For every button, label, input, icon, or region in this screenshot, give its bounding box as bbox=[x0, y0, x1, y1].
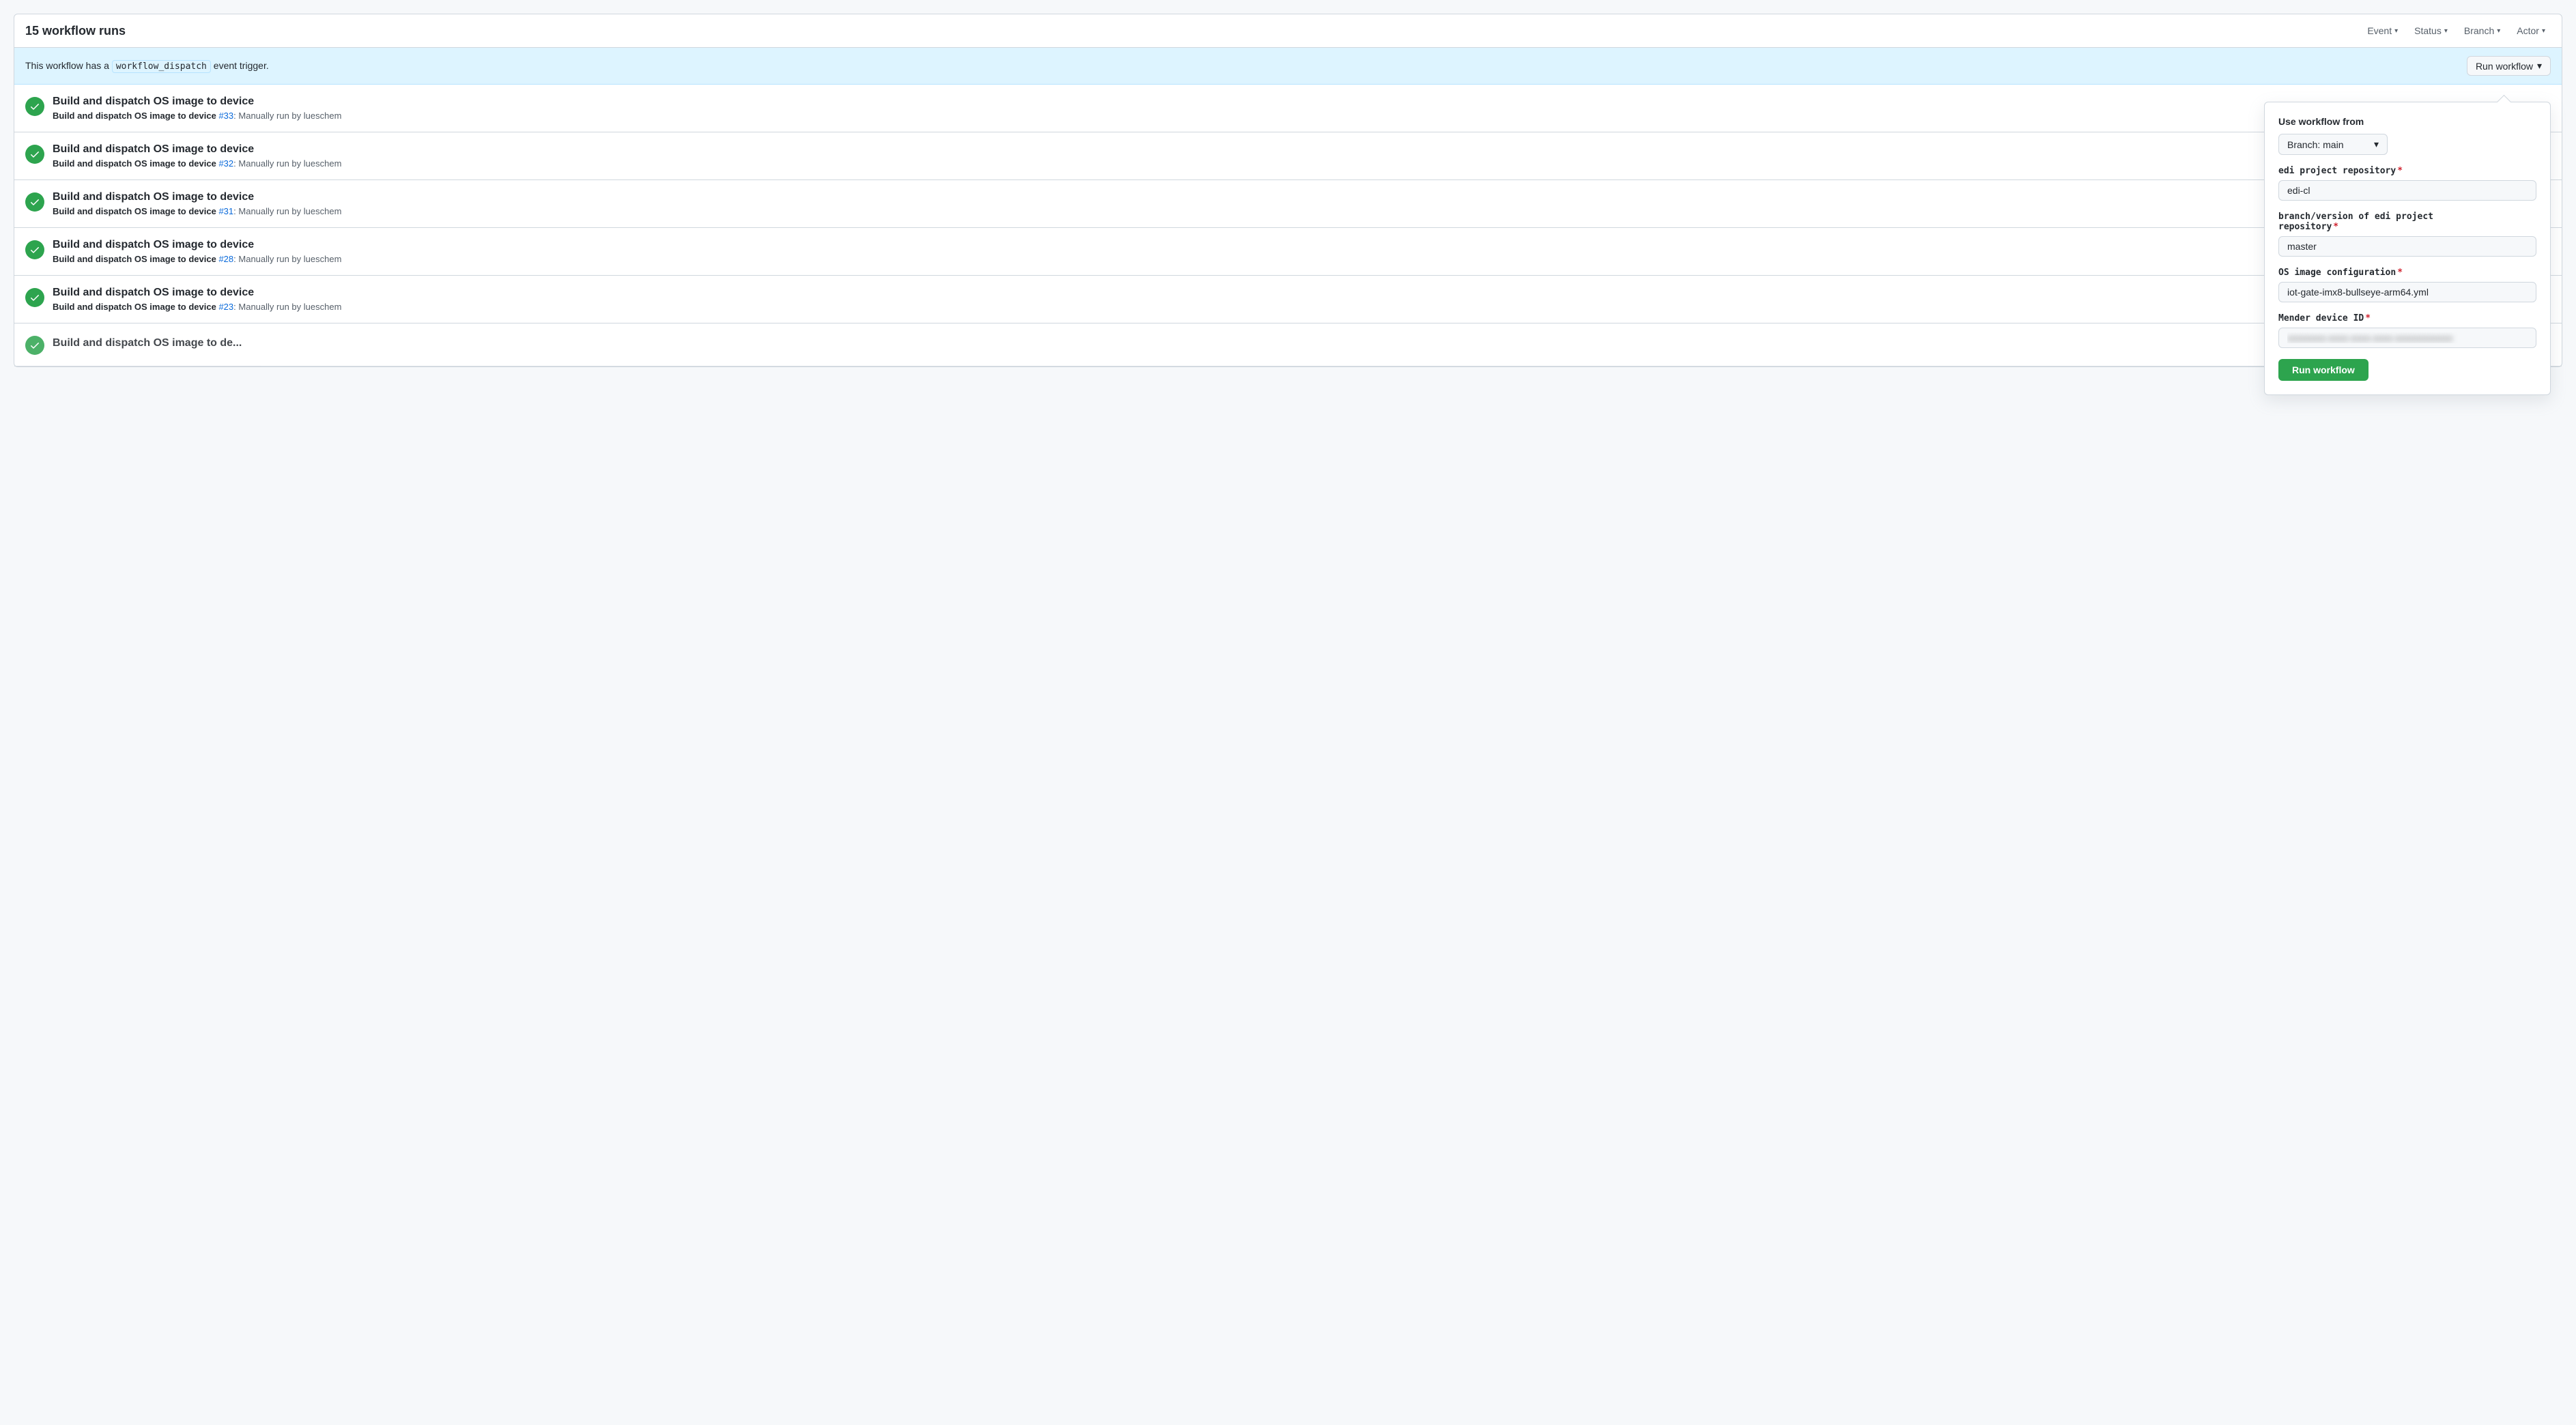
edi-project-repository-group: edi project repository* bbox=[2278, 166, 2536, 201]
table-row: Build and dispatch OS image to device Bu… bbox=[14, 180, 2562, 228]
branch-version-input[interactable] bbox=[2278, 236, 2536, 257]
branch-filter-button[interactable]: Branch ▾ bbox=[2459, 23, 2506, 39]
success-icon bbox=[25, 240, 44, 259]
os-image-configuration-label: OS image configuration* bbox=[2278, 268, 2536, 278]
workflow-info: Build and dispatch OS image to device Bu… bbox=[53, 143, 341, 169]
run-link[interactable]: #33 bbox=[218, 111, 233, 121]
actor-filter-button[interactable]: Actor ▾ bbox=[2511, 23, 2551, 39]
os-image-configuration-group: OS image configuration* bbox=[2278, 268, 2536, 302]
header-bar: 15 workflow runs Event ▾ Status ▾ Branch… bbox=[14, 14, 2562, 48]
branch-chevron-icon: ▾ bbox=[2374, 139, 2379, 150]
workflow-info: Build and dispatch OS image to device Bu… bbox=[53, 239, 341, 264]
header-filters: Event ▾ Status ▾ Branch ▾ Actor ▾ bbox=[2362, 23, 2551, 39]
run-link[interactable]: #32 bbox=[218, 158, 233, 169]
table-row: Build and dispatch OS image to device Bu… bbox=[14, 276, 2562, 323]
run-workflow-submit-button[interactable]: Run workflow bbox=[2278, 359, 2369, 381]
os-image-configuration-input[interactable] bbox=[2278, 282, 2536, 302]
dispatch-code: workflow_dispatch bbox=[112, 60, 211, 73]
mender-device-id-group: Mender device ID* bbox=[2278, 313, 2536, 348]
workflow-info: Build and dispatch OS image to device Bu… bbox=[53, 96, 341, 121]
run-link[interactable]: #31 bbox=[218, 206, 233, 216]
success-icon bbox=[25, 97, 44, 116]
workflow-info: Build and dispatch OS image to de... bbox=[53, 337, 242, 352]
workflow-list: Build and dispatch OS image to device Bu… bbox=[14, 85, 2562, 366]
page-title: 15 workflow runs bbox=[25, 24, 126, 38]
workflow-sub: Build and dispatch OS image to device #2… bbox=[53, 254, 341, 264]
edi-project-repository-input[interactable] bbox=[2278, 180, 2536, 201]
run-workflow-button[interactable]: Run workflow ▾ bbox=[2467, 56, 2551, 76]
run-workflow-chevron-icon: ▾ bbox=[2537, 60, 2542, 72]
dispatch-prefix: This workflow has a bbox=[25, 60, 109, 71]
run-workflow-label: Run workflow bbox=[2476, 61, 2533, 72]
mender-device-id-input[interactable] bbox=[2278, 328, 2536, 348]
run-workflow-panel: Use workflow from Branch: main ▾ edi pro… bbox=[2264, 102, 2551, 395]
workflow-name: Build and dispatch OS image to device bbox=[53, 143, 341, 156]
status-filter-label: Status bbox=[2414, 25, 2442, 36]
workflow-sub: Build and dispatch OS image to device #2… bbox=[53, 302, 341, 312]
branch-filter-label: Branch bbox=[2464, 25, 2494, 36]
branch-chevron-icon: ▾ bbox=[2497, 27, 2500, 35]
workflow-info: Build and dispatch OS image to device Bu… bbox=[53, 287, 341, 312]
workflow-name: Build and dispatch OS image to de... bbox=[53, 337, 242, 349]
workflow-name: Build and dispatch OS image to device bbox=[53, 191, 341, 203]
actor-chevron-icon: ▾ bbox=[2542, 27, 2545, 35]
table-row: Build and dispatch OS image to device Bu… bbox=[14, 132, 2562, 180]
edi-project-repository-label: edi project repository* bbox=[2278, 166, 2536, 176]
workflow-sub: Build and dispatch OS image to device #3… bbox=[53, 206, 341, 216]
table-row: Build and dispatch OS image to device Bu… bbox=[14, 228, 2562, 276]
workflow-sub: Build and dispatch OS image to device #3… bbox=[53, 111, 341, 121]
branch-select-label: Branch: main bbox=[2287, 139, 2343, 150]
success-icon bbox=[25, 288, 44, 307]
run-link[interactable]: #23 bbox=[218, 302, 233, 312]
workflow-name: Build and dispatch OS image to device bbox=[53, 287, 341, 299]
run-link[interactable]: #28 bbox=[218, 254, 233, 264]
workflow-name: Build and dispatch OS image to device bbox=[53, 96, 341, 108]
mender-device-id-label: Mender device ID* bbox=[2278, 313, 2536, 323]
success-icon bbox=[25, 192, 44, 212]
workflow-name: Build and dispatch OS image to device bbox=[53, 239, 341, 251]
success-icon bbox=[25, 145, 44, 164]
table-row: Build and dispatch OS image to device Bu… bbox=[14, 85, 2562, 132]
branch-version-group: branch/version of edi project repository… bbox=[2278, 212, 2536, 257]
dispatch-banner: This workflow has a workflow_dispatch ev… bbox=[14, 48, 2562, 85]
success-icon bbox=[25, 336, 44, 355]
workflow-sub: Build and dispatch OS image to device #3… bbox=[53, 158, 341, 169]
table-row: Build and dispatch OS image to de... bbox=[14, 323, 2562, 366]
branch-select-button[interactable]: Branch: main ▾ bbox=[2278, 134, 2388, 155]
status-chevron-icon: ▾ bbox=[2444, 27, 2448, 35]
event-chevron-icon: ▾ bbox=[2394, 27, 2398, 35]
branch-version-label: branch/version of edi project repository… bbox=[2278, 212, 2536, 232]
event-filter-label: Event bbox=[2367, 25, 2392, 36]
event-filter-button[interactable]: Event ▾ bbox=[2362, 23, 2403, 39]
workflow-info: Build and dispatch OS image to device Bu… bbox=[53, 191, 341, 216]
dispatch-text: This workflow has a workflow_dispatch ev… bbox=[25, 60, 269, 72]
panel-title: Use workflow from bbox=[2278, 116, 2536, 127]
run-workflow-submit-label: Run workflow bbox=[2292, 364, 2355, 375]
actor-filter-label: Actor bbox=[2517, 25, 2539, 36]
dispatch-suffix: event trigger. bbox=[214, 60, 269, 71]
status-filter-button[interactable]: Status ▾ bbox=[2409, 23, 2453, 39]
